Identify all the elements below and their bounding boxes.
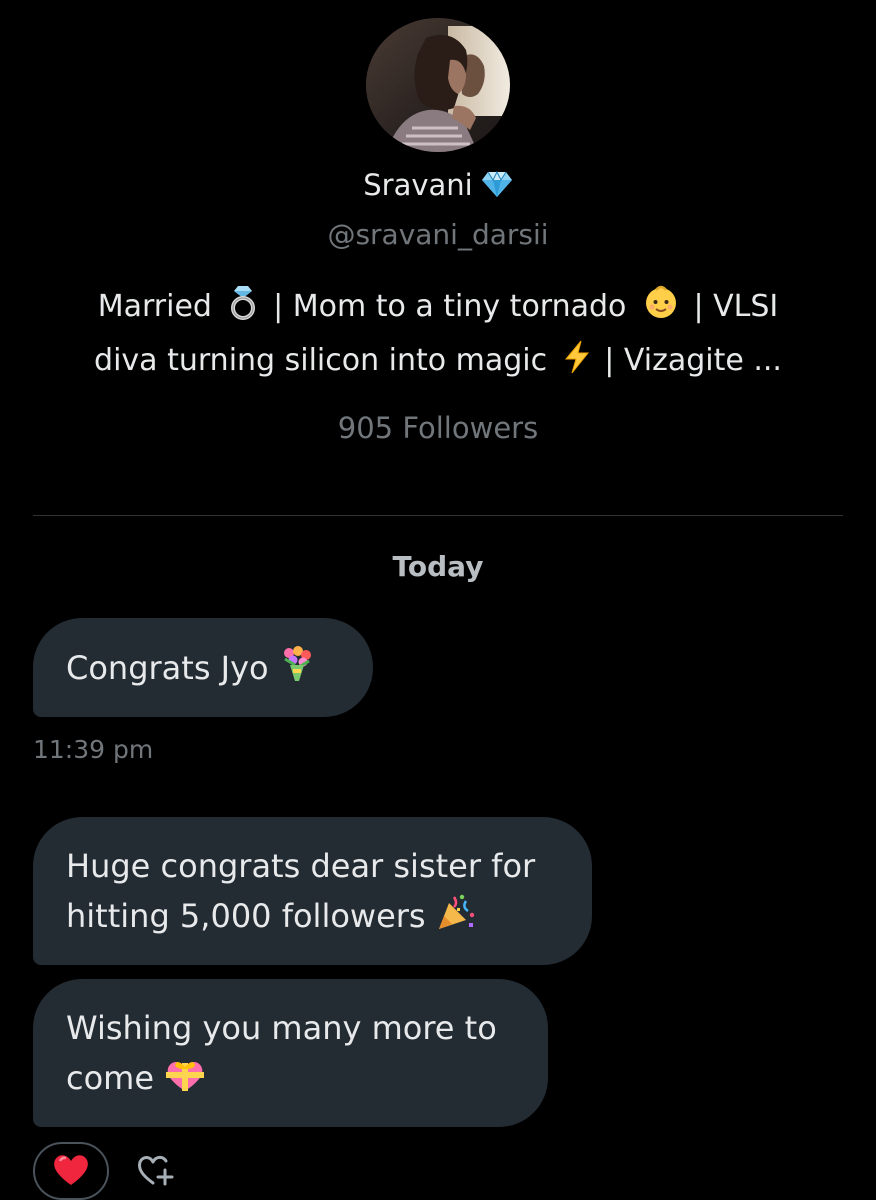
party-popper-icon [436, 893, 476, 945]
avatar[interactable] [366, 18, 510, 152]
divider [33, 515, 843, 516]
bio-line-1: Married | Mom to a tiny tornado | VLSI [60, 282, 816, 336]
message-bubble[interactable]: Huge congrats dear sister for hitting 5,… [33, 817, 592, 965]
bio-text: | Mom to a tiny tornado [273, 289, 627, 324]
message-timestamp: 11:39 pm [33, 735, 154, 764]
red-heart-icon [51, 1151, 91, 1191]
bio-line-2: diva turning silicon into magic | Vizagi… [60, 336, 816, 390]
bio-text: | Vizagite ... [604, 343, 782, 378]
message-bubble[interactable]: Congrats Jyo [33, 618, 373, 717]
baby-icon [644, 284, 678, 336]
reaction-pill[interactable] [33, 1142, 109, 1200]
message-line: Wishing you many more to [66, 1009, 497, 1047]
message-text: Congrats Jyo [66, 643, 340, 697]
profile-handle[interactable]: @sravani_darsii [0, 215, 876, 255]
message-line: Huge congrats dear sister for [66, 847, 536, 885]
message-bubble[interactable]: Wishing you many more to come [33, 979, 548, 1127]
display-name-text: Sravani [363, 168, 473, 202]
message-line: Congrats Jyo [66, 649, 269, 687]
profile-name[interactable]: Sravani [0, 163, 876, 210]
date-separator: Today [392, 550, 484, 583]
ring-icon [228, 284, 258, 336]
add-reaction-icon [135, 1150, 175, 1192]
message-text: come [66, 1053, 515, 1107]
lightning-icon [563, 340, 591, 390]
bio-text: | VLSI [693, 289, 779, 324]
profile-bio: Married | Mom to a tiny tornado | VLSI d… [60, 282, 816, 390]
bio-text: diva turning silicon into magic [94, 343, 548, 378]
message-line: hitting 5,000 followers [66, 897, 426, 935]
bio-text: Married [97, 289, 212, 324]
gem-icon [481, 166, 513, 210]
add-reaction-button[interactable] [132, 1150, 178, 1192]
message-line: come [66, 1059, 155, 1097]
followers-count[interactable]: 905 Followers [0, 407, 876, 449]
message-text: hitting 5,000 followers [66, 891, 559, 945]
bouquet-icon [279, 645, 315, 697]
heart-with-ribbon-icon [164, 1057, 206, 1107]
